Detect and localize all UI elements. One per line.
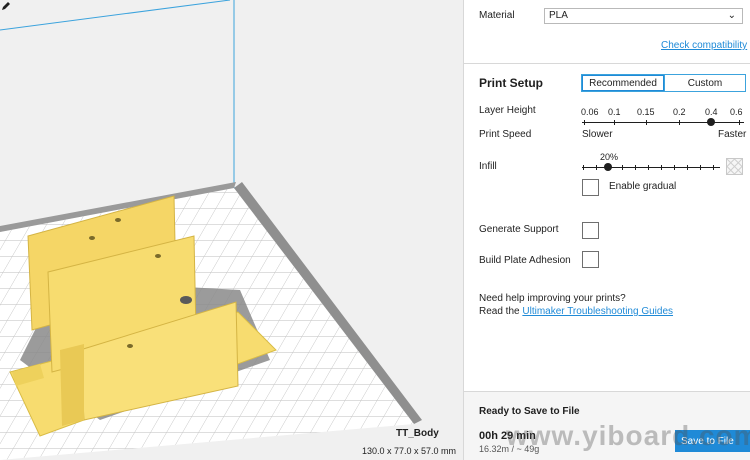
print-time: 00h 29 min xyxy=(479,430,536,442)
layer-height-tick: 0.2 xyxy=(673,107,686,117)
object-dimensions: 130.0 x 77.0 x 57.0 mm xyxy=(362,446,457,456)
slider-tick xyxy=(583,165,584,170)
slider-tick xyxy=(584,120,585,125)
material-label: Material xyxy=(479,10,515,21)
generate-support-label: Generate Support xyxy=(479,224,559,235)
hole xyxy=(180,296,192,304)
slider-tick xyxy=(596,165,597,170)
3d-viewport[interactable]: TT_Body 130.0 x 77.0 x 57.0 mm xyxy=(0,0,463,460)
infill-pattern-icon xyxy=(726,158,743,175)
layer-height-tick: 0.15 xyxy=(637,107,655,117)
infill-label: Infill xyxy=(479,161,497,172)
tab-custom[interactable]: Custom xyxy=(664,75,745,91)
save-footer: Ready to Save to File 00h 29 min 16.32m … xyxy=(464,392,750,460)
slider-tick xyxy=(674,165,675,170)
chevron-down-icon: ⌄ xyxy=(727,10,736,21)
slider-tick xyxy=(713,165,714,170)
layer-height-label: Layer Height xyxy=(479,105,536,116)
troubleshooting-guides-link[interactable]: Ultimaker Troubleshooting Guides xyxy=(522,306,673,317)
slider-tick xyxy=(700,165,701,170)
model-support-left xyxy=(60,344,84,426)
generate-support-checkbox[interactable] xyxy=(582,222,599,239)
tab-recommended[interactable]: Recommended xyxy=(582,75,664,91)
save-to-file-button[interactable]: Save to File xyxy=(675,430,750,452)
print-speed-label: Print Speed xyxy=(479,129,532,140)
slider-tick xyxy=(646,120,647,125)
material-usage: 16.32m / ~ 49g xyxy=(479,444,540,454)
layer-height-tick: 0.1 xyxy=(608,107,621,117)
settings-sidebar: Material PLA ⌄ Check compatibility Print… xyxy=(463,0,750,460)
slider-tick xyxy=(661,165,662,170)
check-compatibility-link[interactable]: Check compatibility xyxy=(661,40,747,51)
ready-status: Ready to Save to File xyxy=(479,406,580,417)
help-prefix: Read the xyxy=(479,306,520,317)
hole xyxy=(89,236,95,240)
help-text: Need help improving your prints? xyxy=(479,293,626,304)
infill-pattern-preview xyxy=(726,158,743,175)
slider-tick xyxy=(635,165,636,170)
slider-tick xyxy=(679,120,680,125)
object-name: TT_Body xyxy=(396,428,439,439)
infill-value-label: 20% xyxy=(600,152,619,162)
print-speed-max-label: Faster xyxy=(718,129,747,140)
layer-height-tick: 0.6 xyxy=(730,107,743,117)
pencil-icon[interactable] xyxy=(0,0,12,12)
volume-edge-top xyxy=(0,0,231,31)
slider-tick xyxy=(622,165,623,170)
slider-tick xyxy=(614,120,615,125)
slider-tick xyxy=(739,120,740,125)
build-plate-adhesion-label: Build Plate Adhesion xyxy=(479,255,571,266)
help-text-line2: Read the Ultimaker Troubleshooting Guide… xyxy=(479,306,673,317)
hole xyxy=(155,254,161,258)
material-select[interactable]: PLA ⌄ xyxy=(544,8,743,24)
enable-gradual-checkbox[interactable] xyxy=(582,179,599,196)
hole xyxy=(115,218,121,222)
infill-knob[interactable] xyxy=(604,163,612,171)
layer-height-tick: 0.06 xyxy=(581,107,599,117)
print-speed-min-label: Slower xyxy=(582,129,613,140)
hole xyxy=(127,344,133,348)
material-value: PLA xyxy=(549,10,568,21)
build-volume-scene[interactable] xyxy=(0,0,463,460)
layer-height-knob[interactable] xyxy=(707,118,715,126)
section-divider xyxy=(464,63,750,64)
build-plate-adhesion-checkbox[interactable] xyxy=(582,251,599,268)
slider-tick xyxy=(687,165,688,170)
enable-gradual-label: Enable gradual xyxy=(609,181,677,192)
slider-track xyxy=(582,122,744,123)
slider-tick xyxy=(648,165,649,170)
print-setup-title: Print Setup xyxy=(479,76,544,90)
print-setup-mode-tabs: Recommended Custom xyxy=(581,74,746,92)
layer-height-tick: 0.4 xyxy=(705,107,718,117)
